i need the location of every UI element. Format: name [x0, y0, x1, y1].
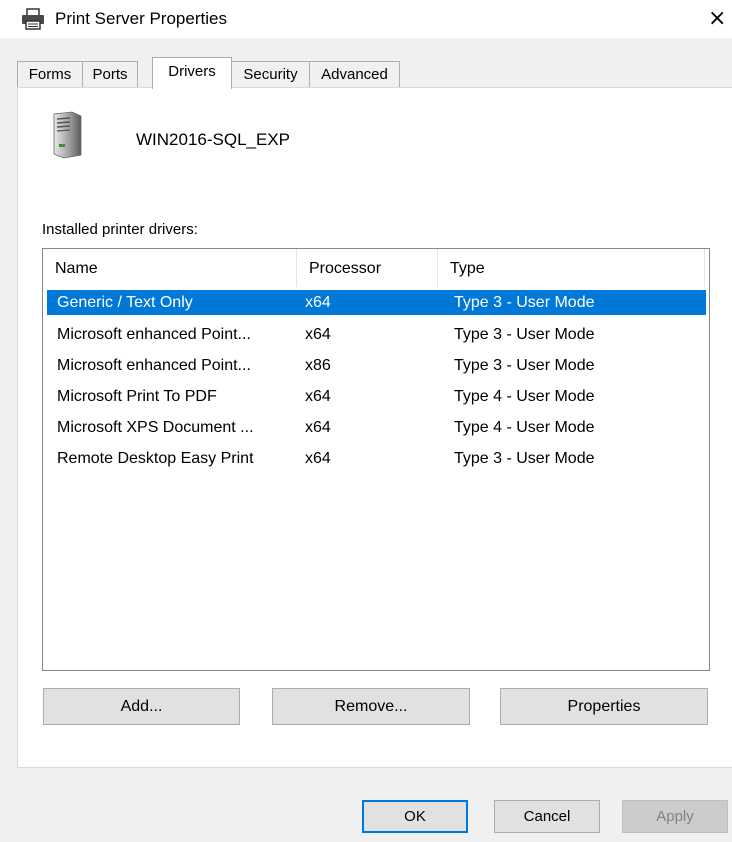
table-row[interactable]: Remote Desktop Easy Print x64 Type 3 - U…: [47, 446, 706, 471]
server-name: WIN2016-SQL_EXP: [136, 130, 291, 149]
table-row[interactable]: Microsoft enhanced Point... x86 Type 3 -…: [47, 353, 706, 378]
table-row[interactable]: Microsoft Print To PDF x64 Type 4 - User…: [47, 384, 706, 409]
cell-name: Microsoft enhanced Point...: [57, 326, 251, 343]
column-header-type[interactable]: Type: [438, 249, 704, 287]
tab-security[interactable]: Security: [231, 61, 310, 87]
cell-processor: x64: [305, 294, 331, 311]
tab-advanced[interactable]: Advanced: [309, 61, 400, 87]
drivers-listview[interactable]: Name Processor Type Generic / Text Only …: [42, 248, 710, 671]
printer-icon: [20, 8, 46, 30]
cancel-button[interactable]: Cancel: [494, 800, 600, 833]
tab-drivers[interactable]: Drivers: [152, 57, 232, 89]
table-row[interactable]: Microsoft XPS Document ... x64 Type 4 - …: [47, 415, 706, 440]
apply-button[interactable]: Apply: [622, 800, 728, 833]
table-row[interactable]: Microsoft enhanced Point... x64 Type 3 -…: [47, 322, 706, 347]
column-header-processor[interactable]: Processor: [297, 249, 437, 287]
cell-processor: x86: [305, 357, 331, 374]
title-bar: Print Server Properties ×: [0, 0, 732, 38]
column-divider[interactable]: [704, 249, 705, 287]
cell-name: Microsoft enhanced Point...: [57, 357, 251, 374]
close-icon[interactable]: ×: [708, 6, 726, 31]
cell-type: Type 4 - User Mode: [454, 388, 595, 405]
tab-label: Forms: [28, 66, 72, 83]
remove-button[interactable]: Remove...: [272, 688, 470, 725]
properties-button[interactable]: Properties: [500, 688, 708, 725]
cell-name: Microsoft Print To PDF: [57, 388, 217, 405]
cell-processor: x64: [305, 450, 331, 467]
window-title: Print Server Properties: [55, 9, 227, 28]
tab-ports[interactable]: Ports: [82, 61, 138, 87]
cell-processor: x64: [305, 388, 331, 405]
tab-label: Advanced: [321, 66, 388, 83]
tab-forms[interactable]: Forms: [17, 61, 83, 87]
column-header-name[interactable]: Name: [43, 249, 296, 287]
tab-label: Ports: [92, 66, 128, 83]
list-header: Name Processor Type: [43, 249, 709, 287]
cell-type: Type 4 - User Mode: [454, 419, 595, 436]
cell-name: Generic / Text Only: [57, 294, 193, 311]
cell-name: Microsoft XPS Document ...: [57, 419, 254, 436]
cell-type: Type 3 - User Mode: [454, 294, 595, 311]
add-button[interactable]: Add...: [43, 688, 240, 725]
table-row[interactable]: Generic / Text Only x64 Type 3 - User Mo…: [47, 290, 706, 315]
cell-name: Remote Desktop Easy Print: [57, 450, 254, 467]
server-tower-icon: [52, 111, 84, 159]
tab-label: Drivers: [168, 63, 216, 80]
tab-label: Security: [243, 66, 298, 83]
installed-drivers-label: Installed printer drivers:: [42, 221, 198, 238]
cell-type: Type 3 - User Mode: [454, 357, 595, 374]
cell-type: Type 3 - User Mode: [454, 450, 595, 467]
cell-type: Type 3 - User Mode: [454, 326, 595, 343]
cell-processor: x64: [305, 419, 331, 436]
cell-processor: x64: [305, 326, 331, 343]
ok-button[interactable]: OK: [362, 800, 468, 833]
